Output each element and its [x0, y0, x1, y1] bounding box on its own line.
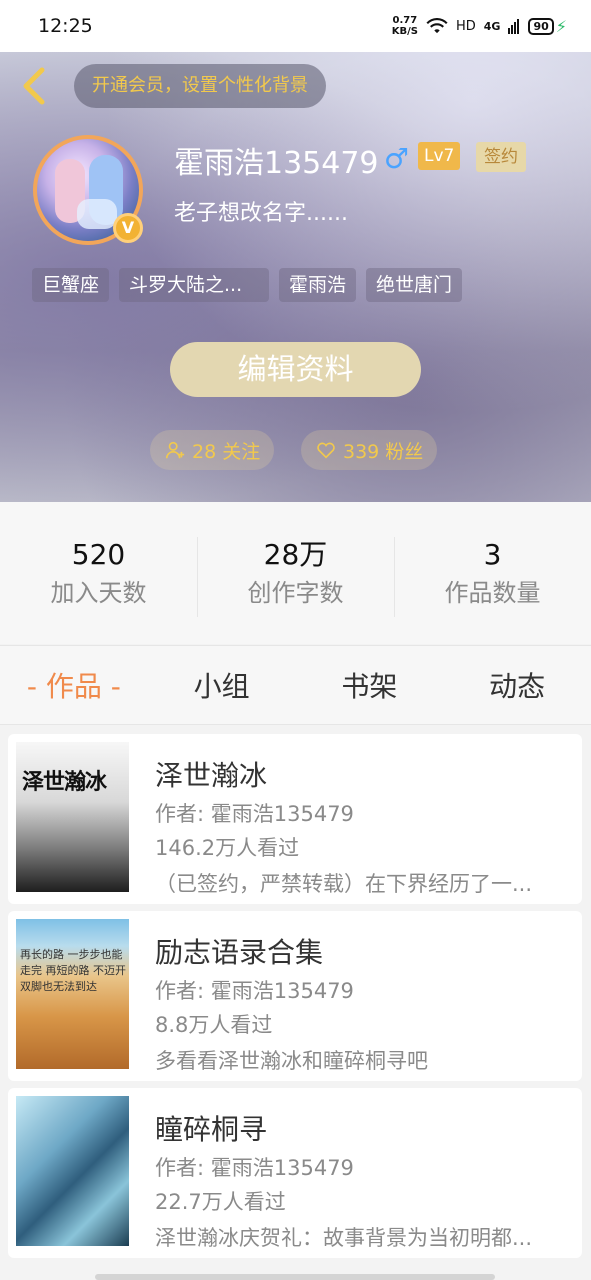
- work-views: 146.2万人看过: [155, 836, 300, 860]
- work-description: 泽世瀚冰庆贺礼：故事背景为当初明都...: [155, 1226, 533, 1250]
- stat-label: 作品数量: [444, 579, 541, 607]
- tag-item: 霍雨浩: [279, 268, 357, 302]
- battery-indicator: 90 ⚡: [528, 17, 567, 36]
- signal-icon: [508, 19, 520, 34]
- gesture-bar: [95, 1274, 495, 1280]
- stat-value: 3: [483, 538, 502, 571]
- stats-bar: 520 加入天数 28万 创作字数 3 作品数量: [0, 502, 591, 644]
- level-badge: Lv7: [418, 142, 461, 170]
- fans-button[interactable]: 339 粉丝: [301, 430, 438, 470]
- vip-background-banner[interactable]: 开通会员，设置个性化背景: [74, 64, 326, 108]
- back-arrow-icon[interactable]: [12, 62, 56, 110]
- book-cover: 泽世瀚冰: [16, 742, 129, 892]
- battery-level: 90: [528, 17, 554, 35]
- user-plus-icon: [165, 441, 185, 459]
- work-author: 作者: 霍雨浩135479: [155, 979, 354, 1003]
- net-speed-value: 0.77: [392, 15, 418, 26]
- status-icons: 0.77 KB/S HD 4G 90 ⚡: [392, 15, 567, 37]
- status-time: 12:25: [38, 15, 93, 37]
- work-title: 泽世瀚冰: [155, 759, 268, 792]
- wifi-icon: [426, 18, 448, 34]
- tag-item: 绝世唐门: [366, 268, 463, 302]
- work-title: 励志语录合集: [155, 936, 324, 969]
- list-item[interactable]: 再长的路 一步步也能走完 再短的路 不迈开双脚也无法到达 励志语录合集 作者: …: [8, 911, 582, 1081]
- signed-badge: 签约: [476, 142, 526, 172]
- tab-groups[interactable]: 小组: [148, 665, 296, 705]
- stat-value: 520: [71, 538, 126, 571]
- stat-works-count: 3 作品数量: [394, 535, 591, 617]
- edit-profile-button[interactable]: 编辑资料: [170, 342, 421, 397]
- net-speed-unit: KB/S: [391, 26, 418, 37]
- cover-title: 再长的路 一步步也能走完 再短的路 不迈开双脚也无法到达: [20, 948, 126, 993]
- list-item[interactable]: 瞳碎桐寻 作者: 霍雨浩135479 22.7万人看过 泽世瀚冰庆贺礼：故事背景…: [8, 1088, 582, 1258]
- charging-icon: ⚡: [555, 16, 567, 36]
- tab-activity[interactable]: 动态: [443, 665, 591, 705]
- profile-tags: 巨蟹座 斗罗大陆之... 霍雨浩 绝世唐门: [32, 268, 463, 302]
- tab-bookshelf[interactable]: 书架: [296, 665, 444, 705]
- work-views: 8.8万人看过: [155, 1013, 273, 1037]
- book-cover: 再长的路 一步步也能走完 再短的路 不迈开双脚也无法到达: [16, 919, 129, 1069]
- signal-4g-label: 4G: [483, 19, 501, 33]
- following-button[interactable]: 28 关注: [150, 430, 275, 470]
- tag-item: 斗罗大陆之...: [119, 268, 270, 302]
- profile-tabs: - 作品 - 小组 书架 动态: [0, 645, 591, 725]
- cover-title: 泽世瀚冰: [22, 770, 107, 795]
- status-bar: 12:25 0.77 KB/S HD 4G 90 ⚡: [0, 0, 591, 52]
- stat-value: 28万: [263, 538, 328, 571]
- stat-label: 加入天数: [50, 579, 147, 607]
- avatar[interactable]: V: [33, 135, 143, 245]
- hd-label: HD: [455, 18, 476, 34]
- verified-badge: V: [113, 213, 143, 243]
- user-bio: 老子想改名字......: [174, 201, 348, 226]
- tag-item: 巨蟹座: [32, 268, 110, 302]
- work-author: 作者: 霍雨浩135479: [155, 1156, 354, 1180]
- following-count: 28 关注: [192, 440, 261, 463]
- user-name: 霍雨浩135479: [174, 146, 379, 181]
- work-title: 瞳碎桐寻: [155, 1113, 268, 1146]
- heart-icon: [317, 442, 335, 459]
- net-speed: 0.77 KB/S: [392, 15, 418, 37]
- work-author: 作者: 霍雨浩135479: [155, 802, 354, 826]
- work-views: 22.7万人看过: [155, 1190, 286, 1214]
- list-item[interactable]: 泽世瀚冰 泽世瀚冰 作者: 霍雨浩135479 146.2万人看过 （已签约，严…: [8, 734, 582, 904]
- book-cover: [16, 1096, 129, 1246]
- profile-header: 12:25 0.77 KB/S HD 4G 90 ⚡ 开通会员，设置个性化背景 …: [0, 0, 591, 502]
- work-description: 多看看泽世瀚冰和瞳碎桐寻吧: [155, 1049, 428, 1073]
- work-description: （已签约，严禁转载）在下界经历了一...: [155, 872, 533, 896]
- stat-join-days: 520 加入天数: [0, 535, 197, 611]
- stat-word-count: 28万 创作字数: [197, 535, 394, 617]
- tab-works[interactable]: - 作品 -: [0, 665, 148, 705]
- male-gender-icon: ♂: [384, 142, 410, 175]
- fans-count: 339 粉丝: [343, 440, 424, 463]
- stat-label: 创作字数: [247, 579, 344, 607]
